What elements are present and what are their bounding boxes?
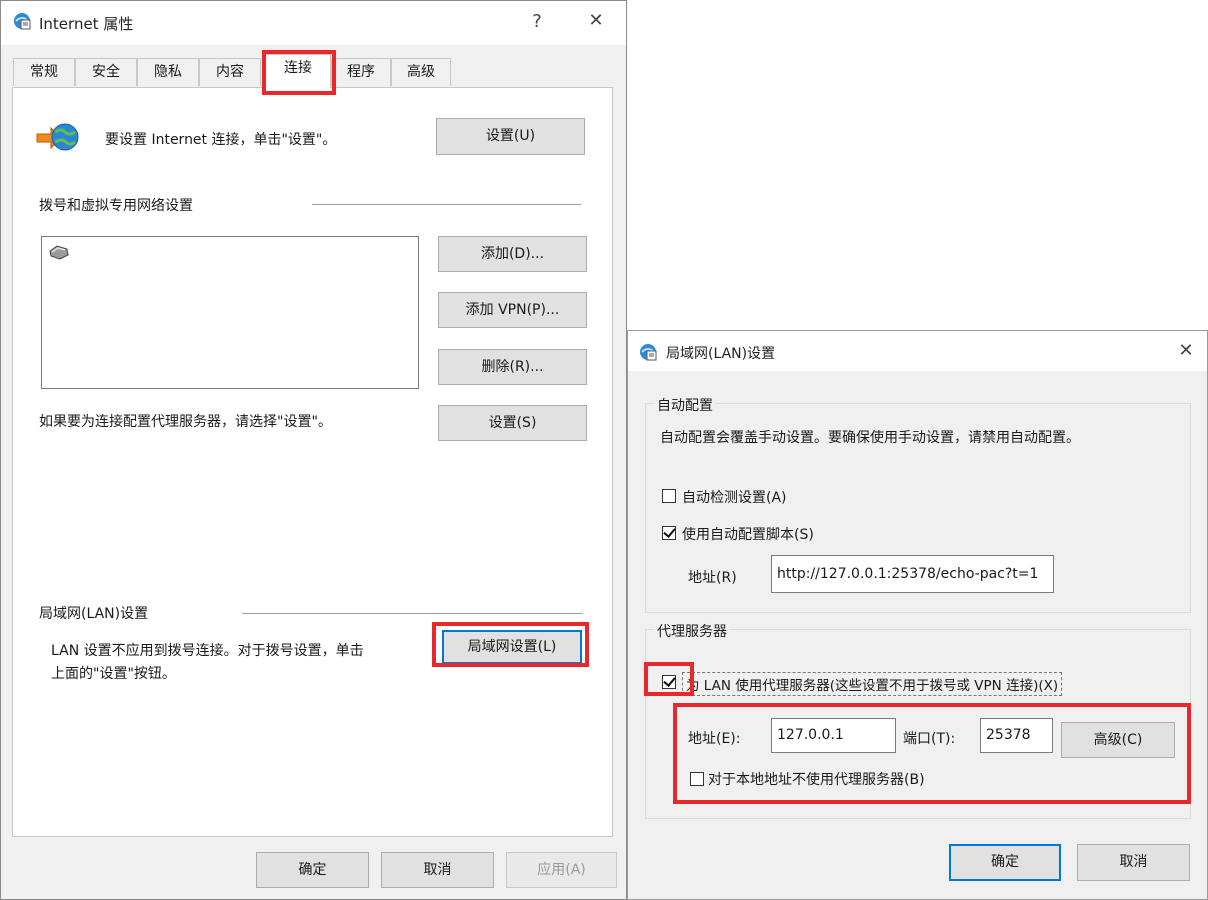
internet-properties-window: Internet 属性 ? ✕ 常规 安全 隐私 内容 连接 程序 高级 要设置…	[0, 0, 627, 900]
lan-description-line1: LAN 设置不应用到拨号连接。对于拨号设置，单击	[51, 643, 364, 659]
bypass-local-checkbox[interactable]	[690, 772, 704, 786]
add-vpn-button[interactable]: 添加 VPN(P)...	[438, 292, 587, 328]
connection-item-icon	[49, 245, 69, 260]
connections-panel: 要设置 Internet 连接，单击"设置"。 设置(U) 拨号和虚拟专用网络设…	[12, 87, 613, 837]
dialup-divider	[312, 204, 581, 205]
use-proxy-checkbox[interactable]	[662, 674, 676, 689]
lan-heading: 局域网(LAN)设置	[39, 606, 149, 622]
auto-detect-checkbox[interactable]	[662, 489, 676, 503]
lan-cancel-button[interactable]: 取消	[1077, 844, 1190, 881]
tab-connections[interactable]: 连接	[265, 54, 331, 88]
add-button[interactable]: 添加(D)...	[438, 236, 587, 272]
setup-button[interactable]: 设置(U)	[436, 118, 585, 155]
setup-description: 要设置 Internet 连接，单击"设置"。	[105, 132, 337, 148]
close-button[interactable]: ✕	[583, 10, 609, 31]
use-script-label: 使用自动配置脚本(S)	[682, 527, 814, 543]
settings-button[interactable]: 设置(S)	[438, 405, 587, 441]
checkmark-icon	[663, 525, 676, 538]
ok-button[interactable]: 确定	[256, 852, 369, 888]
bypass-local-label: 对于本地地址不使用代理服务器(B)	[708, 772, 925, 788]
dialup-vpn-heading: 拨号和虚拟专用网络设置	[39, 198, 193, 214]
lan-description-line2: 上面的"设置"按钮。	[51, 666, 176, 682]
tab-security[interactable]: 安全	[75, 58, 137, 86]
script-address-label: 地址(R)	[688, 570, 737, 586]
connections-list[interactable]	[41, 236, 419, 389]
port-label: 端口(T):	[903, 731, 956, 747]
script-address-field[interactable]: http://127.0.0.1:25378/echo-pac?t=1	[771, 555, 1054, 593]
proxy-description: 如果要为连接配置代理服务器，请选择"设置"。	[39, 414, 332, 430]
tab-programs[interactable]: 程序	[331, 58, 391, 86]
lan-dialog-title: 局域网(LAN)设置	[666, 346, 776, 362]
checkmark-icon	[663, 674, 676, 687]
lan-title-bar: 局域网(LAN)设置 ✕	[628, 331, 1207, 371]
proxy-heading: 代理服务器	[655, 621, 729, 641]
remove-button[interactable]: 删除(R)...	[438, 349, 587, 385]
port-field[interactable]: 25378	[980, 718, 1053, 753]
proxy-address-label: 地址(E):	[688, 731, 741, 747]
globe-arrow-icon	[36, 123, 79, 151]
title-bar: Internet 属性 ? ✕	[1, 1, 626, 45]
lan-divider	[242, 613, 583, 614]
tab-privacy[interactable]: 隐私	[137, 58, 199, 86]
auto-config-heading: 自动配置	[655, 395, 715, 415]
use-proxy-label: 为 LAN 使用代理服务器(这些设置不用于拨号或 VPN 连接)(X)	[682, 672, 1063, 696]
apply-button[interactable]: 应用(A)	[506, 852, 617, 888]
window-title: Internet 属性	[39, 15, 134, 33]
internet-options-icon	[14, 13, 31, 30]
lan-settings-dialog: 局域网(LAN)设置 ✕ 自动配置 自动配置会覆盖手动设置。要确保使用手动设置，…	[627, 330, 1208, 900]
tab-advanced[interactable]: 高级	[391, 58, 451, 86]
tab-general[interactable]: 常规	[13, 58, 75, 86]
lan-ok-button[interactable]: 确定	[949, 844, 1061, 881]
lan-settings-button[interactable]: 局域网设置(L)	[442, 630, 582, 664]
auto-config-description: 自动配置会覆盖手动设置。要确保使用手动设置，请禁用自动配置。	[660, 430, 1080, 446]
tab-content[interactable]: 内容	[199, 58, 261, 86]
lan-dialog-icon	[640, 344, 657, 361]
advanced-button[interactable]: 高级(C)	[1061, 722, 1175, 758]
use-script-checkbox[interactable]	[662, 525, 676, 540]
cancel-button[interactable]: 取消	[381, 852, 494, 888]
proxy-address-field[interactable]: 127.0.0.1	[771, 718, 896, 753]
lan-close-button[interactable]: ✕	[1173, 340, 1199, 361]
help-button[interactable]: ?	[525, 11, 549, 32]
auto-detect-label: 自动检测设置(A)	[682, 490, 787, 506]
